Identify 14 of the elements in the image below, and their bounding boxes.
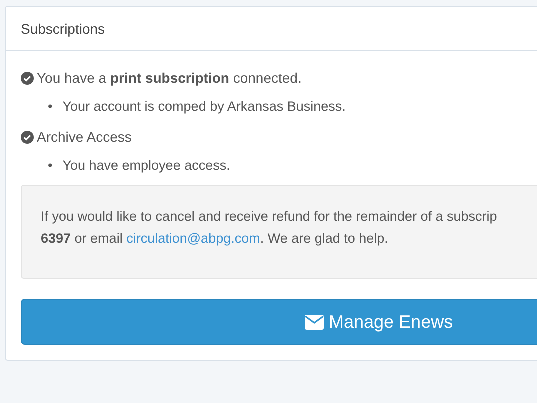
- notice-text: 6397 or email circulation@abpg.com. We are glad to help.: [41, 230, 390, 248]
- detail-text: You have employee access.: [62, 157, 230, 175]
- check-circle-icon: [21, 72, 34, 84]
- detail-text: Your account is comped by Arkansas Business.: [62, 98, 346, 116]
- manage-enews-button[interactable]: Manage Enews: [21, 299, 537, 345]
- bullet-marker: •: [48, 98, 53, 116]
- check-circle-icon: [21, 130, 34, 144]
- notice-text: If you would like to cancel and receive refund for the remainder of a subscrip: [41, 208, 498, 226]
- email-link[interactable]: circulation@abpg.com: [126, 231, 260, 246]
- panel-title: Subscriptions: [21, 20, 106, 36]
- status-text: Archive Access: [37, 129, 132, 145]
- bullet-marker: •: [48, 157, 53, 175]
- envelope-icon: [305, 314, 324, 330]
- status-text: You have a print subscription connected.: [37, 70, 302, 86]
